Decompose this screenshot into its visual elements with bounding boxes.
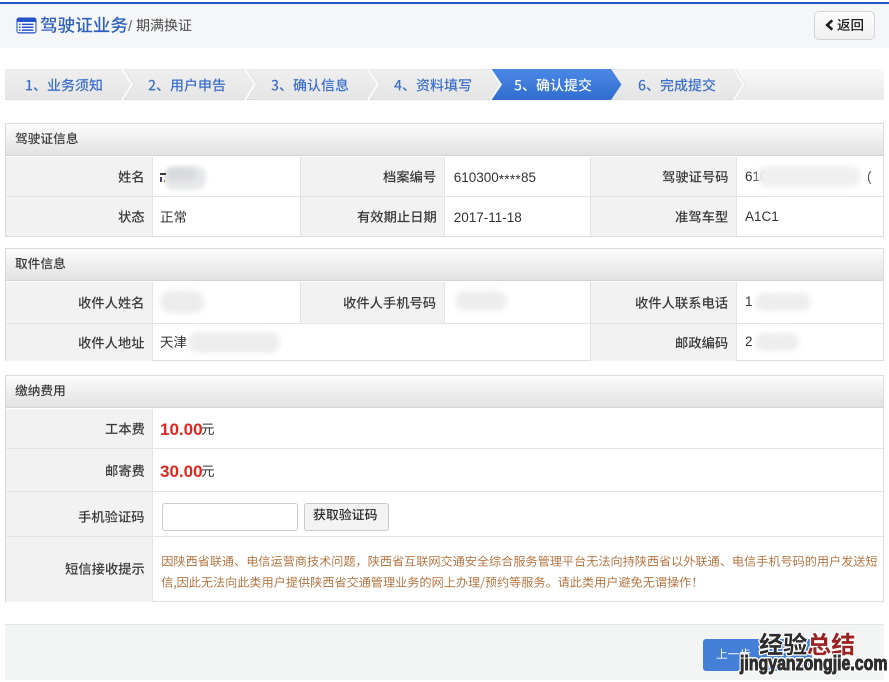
svg-text:jingyanzongjie.com: jingyanzongjie.com [739, 651, 887, 674]
